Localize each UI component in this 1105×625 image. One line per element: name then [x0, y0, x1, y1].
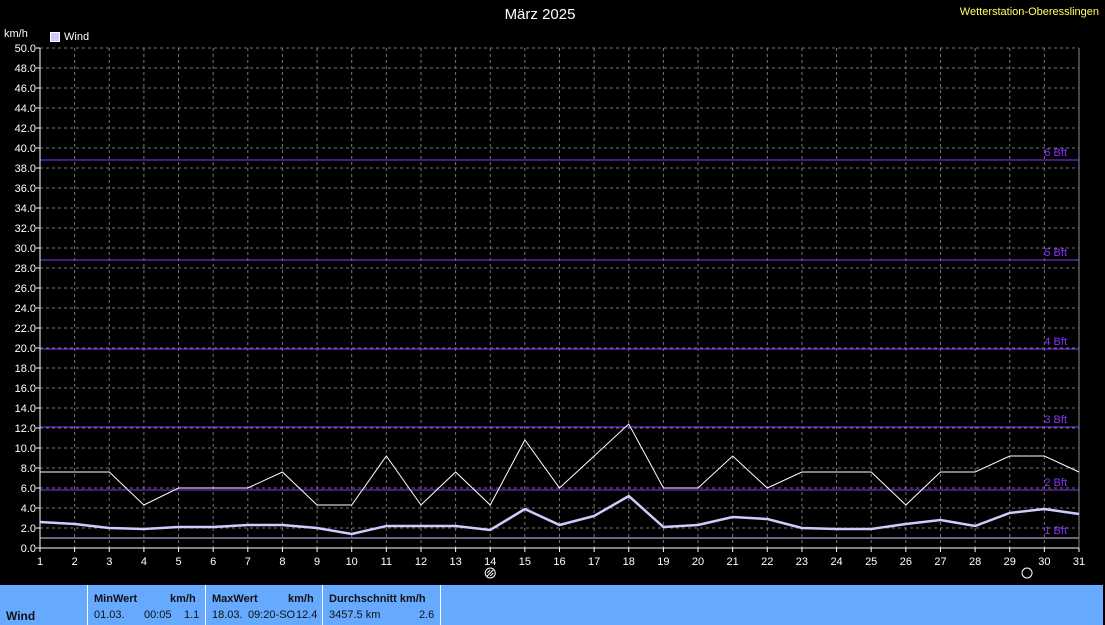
y-tick-label: 28.0 — [15, 263, 36, 275]
x-tick-label: 14 — [484, 556, 496, 568]
legend-swatch — [50, 32, 60, 42]
x-tick-label: 20 — [692, 556, 704, 568]
beaufort-label: 5 Bft — [1044, 247, 1067, 259]
max-value: 12.4 — [296, 609, 318, 621]
x-tick-label: 30 — [1038, 556, 1050, 568]
min-value: 1.1 — [184, 609, 200, 621]
y-tick-label: 6.0 — [21, 483, 36, 495]
x-tick-label: 26 — [900, 556, 912, 568]
y-tick-label: 24.0 — [15, 303, 36, 315]
x-tick-label: 12 — [415, 556, 427, 568]
avg-value: 2.6 — [419, 609, 435, 621]
max-date: 18.03. — [212, 609, 243, 621]
max-value-cell: MaxWert km/h 18.03. 09:20-SO 12.4 — [206, 585, 323, 625]
y-tick-label: 38.0 — [15, 163, 36, 175]
beaufort-label: 6 Bft — [1044, 147, 1067, 159]
y-tick-label: 40.0 — [15, 143, 36, 155]
y-tick-label: 4.0 — [21, 503, 36, 515]
x-tick-label: 23 — [796, 556, 808, 568]
wind-chart: 1 Bft 2 Bft 3 Bft 4 Bft 5 Bft 6 Bft 0.0 2.0 4.0… — [15, 43, 1085, 579]
x-tick-label: 11 — [381, 556, 392, 568]
y-tick-label: 20.0 — [15, 343, 36, 355]
y-tick-label: 12.0 — [15, 423, 36, 435]
min-value-cell: MinWert km/h 01.03. 00:05 1.1 — [88, 585, 206, 625]
x-tick-label: 13 — [449, 556, 461, 568]
x-tick-label: 27 — [934, 556, 946, 568]
moon-markers — [484, 567, 1033, 579]
x-tick-label: 21 — [727, 556, 739, 568]
y-tick-label: 0.0 — [21, 543, 36, 555]
x-tick-label: 3 — [106, 556, 112, 568]
y-tick-label: 26.0 — [15, 283, 36, 295]
x-tick-label: 18 — [623, 556, 635, 568]
y-tick-label: 34.0 — [15, 203, 36, 215]
y-tick-label: 16.0 — [15, 383, 36, 395]
y-tick-label: 18.0 — [15, 363, 36, 375]
grid — [40, 47, 1080, 548]
summary-footer: Wind MinWert km/h 01.03. 00:05 1.1 MaxWe… — [0, 585, 1103, 625]
y-tick-label: 50.0 — [15, 43, 36, 55]
y-tick-label: 32.0 — [15, 223, 36, 235]
y-tick-label: 42.0 — [15, 123, 36, 135]
x-tick-label: 31 — [1073, 556, 1085, 568]
y-tick-label: 48.0 — [15, 63, 36, 75]
min-unit: km/h — [170, 593, 196, 605]
footer-series-label: Wind — [0, 585, 88, 625]
y-tick-label: 8.0 — [21, 463, 36, 475]
avg-distance: 3457.5 km — [329, 609, 381, 621]
avg-title: Durchschnitt km/h — [329, 593, 426, 605]
x-tick-label: 8 — [279, 556, 285, 568]
max-time: 09:20-SO — [248, 609, 296, 621]
beaufort-label: 4 Bft — [1044, 336, 1067, 348]
beaufort-label: 2 Bft — [1044, 477, 1067, 489]
beaufort-label: 1 Bft — [1044, 525, 1067, 537]
x-tick-label: 4 — [141, 556, 147, 568]
x-tick-label: 10 — [346, 556, 358, 568]
max-title: MaxWert — [212, 593, 258, 605]
chart-title: März 2025 — [504, 6, 576, 23]
y-tick-label: 46.0 — [15, 83, 36, 95]
legend: Wind — [50, 31, 89, 43]
x-tick-label: 22 — [761, 556, 773, 568]
min-title: MinWert — [94, 593, 138, 605]
max-unit: km/h — [288, 593, 314, 605]
x-tick-label: 2 — [72, 556, 78, 568]
min-time: 00:05 — [144, 609, 172, 621]
x-tick-label: 28 — [969, 556, 981, 568]
x-tick-label: 5 — [175, 556, 181, 568]
y-tick-label: 30.0 — [15, 243, 36, 255]
x-tick-label: 16 — [553, 556, 565, 568]
x-tick-label: 17 — [588, 556, 600, 568]
x-tick-label: 29 — [1004, 556, 1016, 568]
x-tick-label: 15 — [519, 556, 531, 568]
legend-label: Wind — [64, 31, 90, 43]
x-tick-label: 6 — [210, 556, 216, 568]
beaufort-label: 3 Bft — [1044, 414, 1067, 426]
x-tick-label: 1 — [37, 556, 43, 568]
y-tick-label: 44.0 — [15, 103, 36, 115]
y-tick-label: 2.0 — [21, 523, 36, 535]
x-tick-label: 25 — [865, 556, 877, 568]
x-tick-label: 7 — [245, 556, 251, 568]
x-tick-label: 24 — [830, 556, 842, 568]
y-tick-label: 36.0 — [15, 183, 36, 195]
new-moon-icon — [1021, 567, 1033, 579]
x-tick-label: 19 — [657, 556, 669, 568]
y-tick-label: 22.0 — [15, 323, 36, 335]
y-tick-label: 10.0 — [15, 443, 36, 455]
y-tick-label: 14.0 — [15, 403, 36, 415]
min-date: 01.03. — [94, 609, 125, 621]
x-tick-label: 9 — [314, 556, 320, 568]
average-cell: Durchschnitt km/h 3457.5 km 2.6 — [323, 585, 441, 625]
y-axis-unit: km/h — [4, 28, 28, 40]
